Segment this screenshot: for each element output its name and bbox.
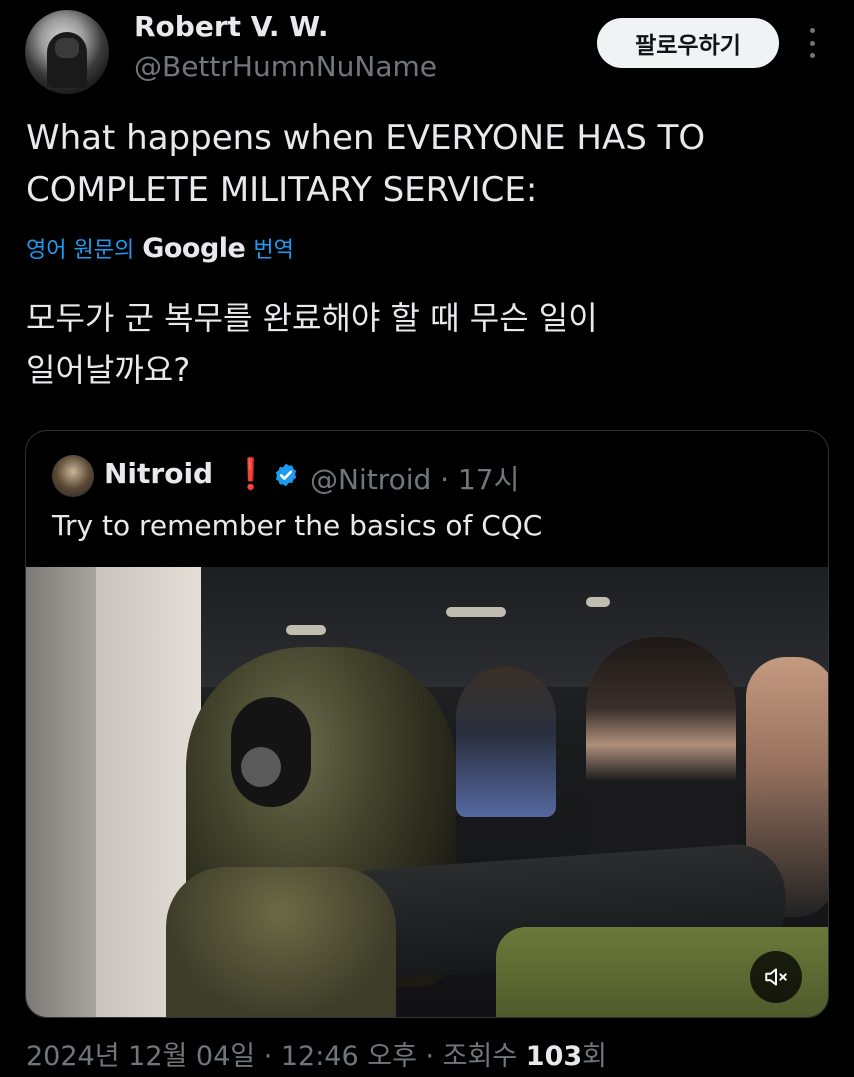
author-avatar[interactable] bbox=[25, 10, 109, 94]
timestamp[interactable]: 2024년 12월 04일 · 12:46 오후 · 조회수 bbox=[26, 1041, 526, 1072]
video-light bbox=[286, 625, 326, 635]
video-player[interactable] bbox=[26, 567, 828, 1017]
translated-text: 모두가 군 복무를 완료해야 할 때 무슨 일이 일어날까요? bbox=[26, 292, 826, 396]
tweet-text: What happens when EVERYONE HAS TO COMPLE… bbox=[26, 112, 826, 216]
translated-line-1: 모두가 군 복무를 완료해야 할 때 무슨 일이 bbox=[26, 299, 598, 337]
translated-line-2: 일어날까요? bbox=[26, 351, 191, 389]
quoted-avatar[interactable] bbox=[52, 455, 94, 497]
author-name[interactable]: Robert V. W. bbox=[134, 10, 328, 43]
video-person bbox=[586, 637, 736, 877]
mute-icon bbox=[765, 968, 787, 986]
tweet-text-line-1: What happens when EVERYONE HAS TO bbox=[26, 118, 706, 158]
tweet-meta: 2024년 12월 04일 · 12:46 오후 · 조회수 103회 bbox=[26, 1034, 607, 1073]
video-light bbox=[446, 607, 506, 617]
video-mask-filter bbox=[241, 747, 281, 787]
avatar-face bbox=[55, 38, 79, 58]
google-logo: Google bbox=[142, 232, 246, 264]
mute-button[interactable] bbox=[750, 951, 802, 1003]
video-person bbox=[456, 667, 556, 817]
quoted-text: Try to remember the basics of CQC bbox=[52, 509, 543, 542]
translate-suffix: 번역 bbox=[253, 238, 294, 263]
translation-attribution[interactable]: 영어 원문의 Google 번역 bbox=[26, 232, 294, 264]
tweet-text-line-2: COMPLETE MILITARY SERVICE: bbox=[26, 170, 538, 210]
more-icon[interactable] bbox=[802, 28, 822, 58]
view-count: 103 bbox=[525, 1041, 583, 1072]
exclamation-emoji: ❗ bbox=[232, 457, 270, 492]
quoted-tweet[interactable]: Nitroid ❗ @Nitroid · 17시 Try to remember… bbox=[25, 430, 829, 1018]
video-light bbox=[586, 597, 610, 607]
author-handle[interactable]: @BettrHumnNuName bbox=[134, 50, 437, 83]
verified-badge-icon bbox=[275, 463, 297, 487]
video-camo bbox=[166, 867, 396, 1017]
follow-button[interactable]: 팔로우하기 bbox=[597, 18, 779, 68]
view-suffix: 회 bbox=[582, 1041, 607, 1072]
quoted-author-name: Nitroid bbox=[104, 457, 214, 490]
quoted-handle-time: @Nitroid · 17시 bbox=[310, 463, 520, 496]
translate-prefix: 영어 원문의 bbox=[26, 238, 135, 263]
